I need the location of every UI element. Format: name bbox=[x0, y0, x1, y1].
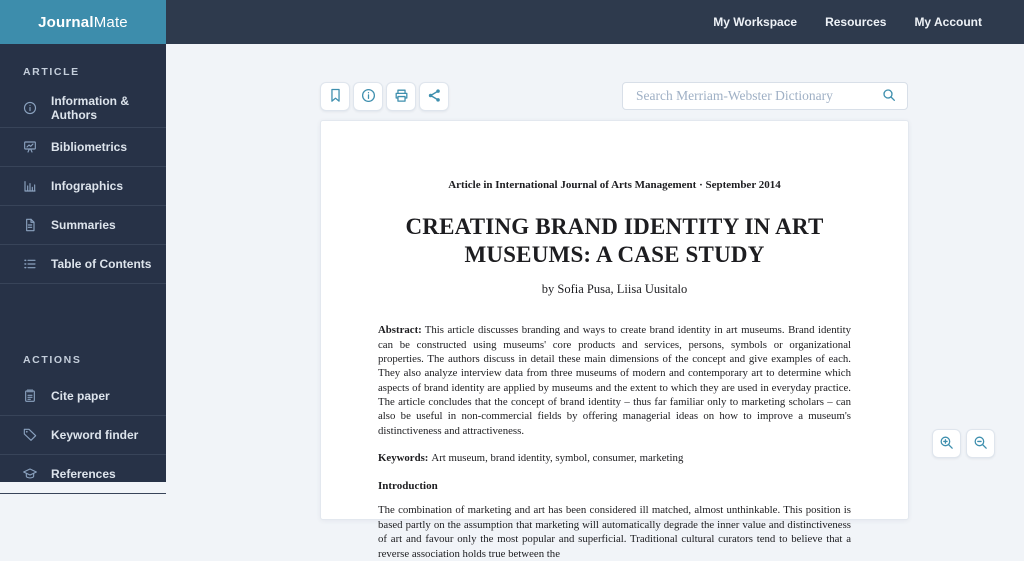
sidebar-item-infographics[interactable]: Infographics bbox=[0, 167, 166, 206]
sidebar-item-label: Infographics bbox=[51, 179, 124, 193]
sidebar-section-article: ARTICLE bbox=[23, 66, 80, 78]
info-button[interactable] bbox=[353, 82, 383, 111]
sidebar-section-actions: ACTIONS bbox=[23, 354, 82, 366]
sidebar-item-label: Keyword finder bbox=[51, 428, 139, 442]
search-icon bbox=[881, 87, 897, 106]
article-title: CREATING BRAND IDENTITY IN ART MUSEUMS: … bbox=[405, 214, 824, 267]
nav-item-resources[interactable]: Resources bbox=[825, 15, 886, 29]
sidebar-item-summaries[interactable]: Summaries bbox=[0, 206, 166, 245]
sidebar-item-information-authors[interactable]: Information & Authors bbox=[0, 89, 166, 128]
abstract-paragraph: Abstract: This article discusses branding… bbox=[378, 323, 851, 438]
zoom-out-button[interactable] bbox=[966, 429, 995, 458]
brand-logo-light: Mate bbox=[93, 13, 128, 31]
list-icon bbox=[22, 256, 38, 272]
share-icon bbox=[426, 87, 443, 107]
zoom-in-icon bbox=[938, 434, 955, 454]
introduction-paragraph: The combination of marketing and art has… bbox=[378, 504, 851, 560]
top-header: Journal Mate My Workspace Resources My Ac… bbox=[0, 0, 1024, 44]
sidebar-item-label: References bbox=[51, 467, 116, 481]
abstract-label: Abstract: bbox=[378, 324, 422, 337]
print-button[interactable] bbox=[386, 82, 416, 111]
sidebar-item-references[interactable]: References bbox=[0, 455, 166, 494]
zoom-out-icon bbox=[972, 434, 989, 454]
sidebar: ARTICLE Information & Authors Bibliometr… bbox=[0, 44, 166, 494]
sidebar-item-label: Bibliometrics bbox=[51, 140, 128, 154]
zoom-in-button[interactable] bbox=[932, 429, 961, 458]
dictionary-search bbox=[622, 82, 908, 110]
sidebar-item-cite-paper[interactable]: Cite paper bbox=[0, 377, 166, 416]
keywords-label: Keywords: bbox=[378, 452, 429, 465]
search-input[interactable] bbox=[623, 83, 877, 109]
sidebar-item-table-of-contents[interactable]: Table of Contents bbox=[0, 245, 166, 284]
tag-icon bbox=[22, 427, 38, 443]
presentation-chart-icon bbox=[22, 139, 38, 155]
abstract-text: This article discusses branding and ways… bbox=[378, 324, 851, 437]
keywords-text: Art museum, brand identity, symbol, cons… bbox=[431, 452, 684, 465]
sidebar-item-bibliometrics[interactable]: Bibliometrics bbox=[0, 128, 166, 167]
sidebar-item-label: Summaries bbox=[51, 218, 116, 232]
sidebar-item-label: Information & Authors bbox=[51, 94, 129, 122]
introduction-heading: Introduction bbox=[378, 480, 438, 493]
sidebar-item-keyword-finder[interactable]: Keyword finder bbox=[0, 416, 166, 455]
bar-chart-icon bbox=[22, 178, 38, 194]
nav-item-my-account[interactable]: My Account bbox=[914, 15, 982, 29]
document-icon bbox=[22, 217, 38, 233]
brand-logo[interactable]: Journal Mate bbox=[0, 0, 166, 44]
sidebar-item-label: Table of Contents bbox=[51, 257, 152, 271]
bookmark-icon bbox=[327, 87, 344, 107]
info-icon bbox=[360, 87, 377, 107]
share-button[interactable] bbox=[419, 82, 449, 111]
document-page: Article in International Journal of Arts… bbox=[320, 120, 909, 560]
brand-logo-bold: Journal bbox=[38, 13, 94, 31]
nav-item-my-workspace[interactable]: My Workspace bbox=[713, 15, 797, 29]
keywords-line: Keywords: Art museum, brand identity, sym… bbox=[378, 451, 851, 465]
print-icon bbox=[393, 87, 410, 107]
sidebar-item-label: Cite paper bbox=[51, 389, 110, 403]
search-submit-button[interactable] bbox=[877, 87, 907, 106]
info-circle-icon bbox=[22, 100, 38, 116]
top-nav: My Workspace Resources My Account bbox=[713, 15, 1024, 29]
journal-line: Article in International Journal of Arts… bbox=[448, 179, 781, 191]
bookmark-button[interactable] bbox=[320, 82, 350, 111]
article-byline: by Sofia Pusa, Liisa Uusitalo bbox=[541, 282, 688, 297]
notepad-icon bbox=[22, 388, 38, 404]
graduation-cap-icon bbox=[22, 466, 38, 482]
